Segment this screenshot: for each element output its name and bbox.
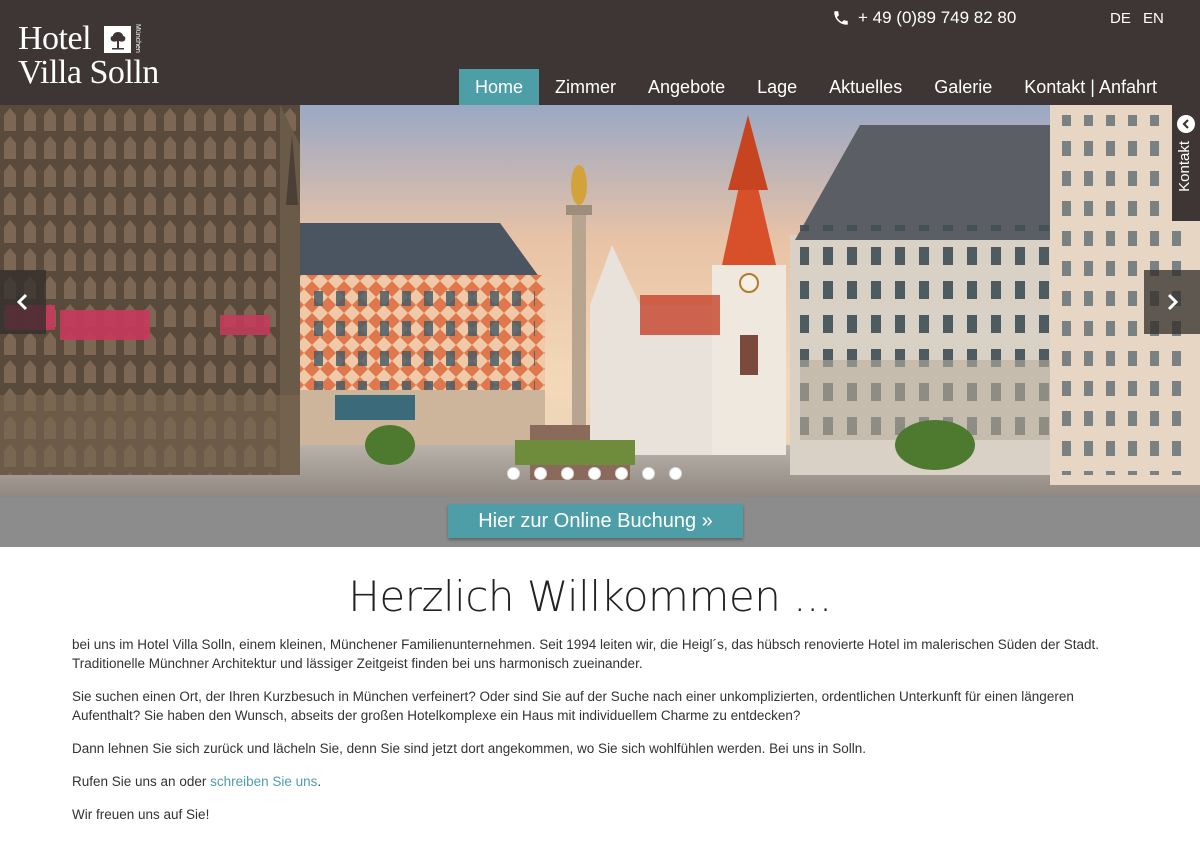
question-paragraph: Sie suchen einen Ort, der Ihren Kurzbesu… [72,689,1074,723]
hero-image [0,105,1200,497]
kontakt-side-tab[interactable]: Kontakt [1172,105,1200,221]
phone-icon [834,11,848,25]
main-nav: Home Zimmer Angebote Lage Aktuelles Gale… [459,69,1173,105]
nav-item-zimmer[interactable]: Zimmer [539,69,632,105]
lang-de-link[interactable]: DE [1110,10,1131,27]
contact-prefix: Rufen Sie uns an oder [72,774,211,789]
lang-en-link[interactable]: EN [1143,10,1164,27]
nav-item-aktuelles[interactable]: Aktuelles [813,69,918,105]
phone-number[interactable]: + 49 (0)89 749 82 80 [832,8,1016,28]
main-content: Herzlich Willkommen ... bei uns im Hotel… [72,572,1132,824]
logo-line2: Villa Solln [18,54,159,91]
slider-dot[interactable] [561,467,574,480]
header: Hotel Villa Solln München + 49 (0)89 749… [0,0,1200,105]
closing-paragraph: Wir freuen uns auf Sie! [72,807,210,822]
contact-suffix: . [317,774,322,789]
slider-dot[interactable] [642,467,655,480]
nav-item-lage[interactable]: Lage [741,69,813,105]
phone-text: + 49 (0)89 749 82 80 [858,8,1017,27]
kontakt-side-tab-label: Kontakt [1176,141,1193,192]
logo-small-text: München [134,24,141,53]
page-title: Herzlich Willkommen ... [348,572,832,621]
contact-paragraph: Rufen Sie uns an oder schreiben Sie uns. [72,772,1132,791]
nav-item-kontakt[interactable]: Kontakt | Anfahrt [1008,69,1173,105]
online-booking-button[interactable]: Hier zur Online Buchung » [448,504,743,538]
logo[interactable]: Hotel Villa Solln München [18,22,159,90]
slider-prev-button[interactable] [0,270,46,334]
intro-paragraph: bei uns im Hotel Villa Solln, einem klei… [72,637,1100,671]
nav-item-galerie[interactable]: Galerie [918,69,1008,105]
hero-slider[interactable] [0,105,1200,497]
nav-item-home[interactable]: Home [459,69,540,105]
chevron-right-icon [1167,293,1179,311]
slider-next-button[interactable] [1144,270,1200,334]
slider-dots [507,467,682,480]
relax-paragraph: Dann lehnen Sie sich zurück und lächeln … [72,741,866,756]
slider-dot[interactable] [534,467,547,480]
nav-item-angebote[interactable]: Angebote [632,69,741,105]
slider-dot[interactable] [507,467,520,480]
chevron-left-circle-icon [1177,115,1195,133]
logo-emblem-icon [104,26,131,53]
chevron-left-icon [16,293,28,311]
slider-dot[interactable] [615,467,628,480]
write-us-link[interactable]: schreiben Sie uns [210,774,317,789]
slider-dot[interactable] [669,467,682,480]
booking-bar: Hier zur Online Buchung » [0,497,1200,547]
slider-dot[interactable] [588,467,601,480]
